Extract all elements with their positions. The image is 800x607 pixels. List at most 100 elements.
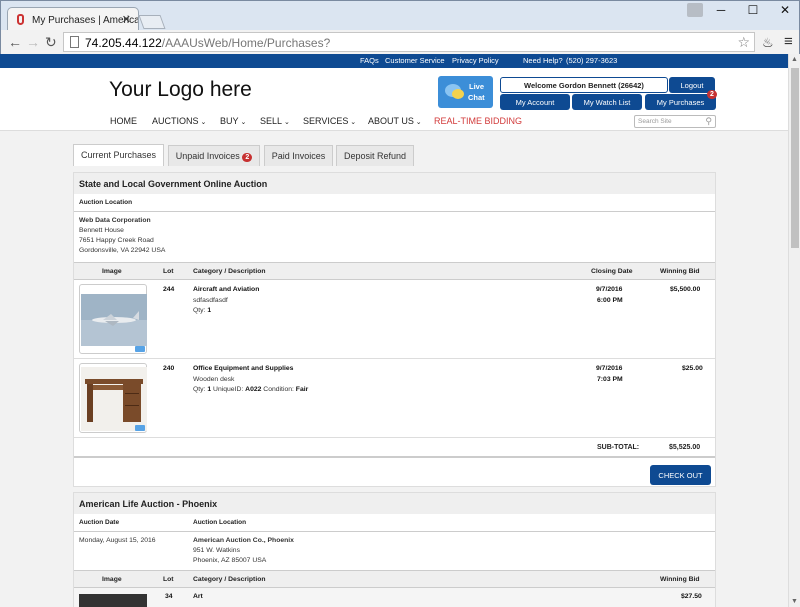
unique-id-value: A022 [245, 386, 262, 393]
maximize-icon[interactable]: ☐ [735, 3, 771, 17]
scroll-down-icon[interactable]: ▼ [791, 598, 798, 605]
extension-flame-icon[interactable]: ♨ [762, 35, 774, 51]
item-winning-bid: $27.50 [681, 593, 702, 600]
chevron-down-icon: ⌄ [348, 119, 357, 126]
subtotal-row: SUB-TOTAL: $5,525.00 [74, 438, 715, 458]
forward-icon[interactable]: → [26, 34, 40, 50]
item-image[interactable] [79, 594, 147, 607]
bookmark-star-icon[interactable]: ☆ [737, 34, 750, 51]
browser-tab[interactable]: My Purchases | American ✕ [7, 7, 139, 31]
close-window-icon[interactable]: ✕ [767, 3, 800, 17]
nav-about-label: ABOUT US [368, 116, 414, 126]
item-details: Qty: 1 UniqueID: A022 Condition: Fair [193, 386, 308, 393]
items-table-header: Image Lot Category / Description Closing… [74, 262, 715, 280]
menu-icon[interactable]: ≡ [784, 33, 793, 50]
tab-current-purchases[interactable]: Current Purchases [73, 144, 164, 166]
nav-sell-label: SELL [260, 116, 283, 126]
address-bar[interactable]: 74.205.44.122/AAAUsWeb/Home/Purchases? ☆ [63, 32, 755, 52]
new-tab-button[interactable] [138, 15, 166, 29]
tab-deposit-refund[interactable]: Deposit Refund [336, 145, 414, 166]
minimize-icon[interactable]: ─ [703, 3, 739, 17]
site-logo[interactable]: Your Logo here [109, 78, 252, 102]
nav-auctions-label: AUCTIONS [152, 116, 199, 126]
nav-realtime-bidding[interactable]: REAL-TIME BIDDING [434, 116, 522, 126]
close-tab-icon[interactable]: ✕ [122, 13, 131, 26]
col-closing-date: Closing Date [591, 268, 633, 275]
table-row: 244 Aircraft and Aviation sdfasdfasdf Qt… [74, 280, 715, 359]
checkout-button[interactable]: CHECK OUT [650, 465, 711, 485]
auction-location-label: Auction Location [193, 519, 247, 526]
tab-unpaid-label: Unpaid Invoices [175, 151, 240, 161]
faqs-link[interactable]: FAQs [360, 56, 379, 65]
item-closing-time: 6:00 PM [597, 297, 623, 304]
nav-about[interactable]: ABOUT US ⌄ [368, 116, 422, 126]
item-category[interactable]: Aircraft and Aviation [193, 286, 259, 293]
item-lot: 34 [165, 593, 173, 600]
item-winning-bid: $25.00 [682, 365, 703, 372]
item-category[interactable]: Office Equipment and Supplies [193, 365, 293, 372]
my-purchases-badge: 2 [707, 90, 717, 99]
tab-unpaid-invoices[interactable]: Unpaid Invoices 2 [168, 145, 260, 166]
items-table-header: Image Lot Category / Description Winning… [74, 570, 715, 588]
search-icon[interactable]: ⚲ [705, 116, 712, 127]
zoom-icon[interactable] [135, 346, 145, 352]
location-line3: Gordonsville, VA 22942 USA [79, 247, 166, 254]
search-input[interactable]: Search Site ⚲ [634, 115, 716, 128]
auction-date-label: Auction Date [79, 519, 120, 526]
welcome-user: Welcome Gordon Bennett (26642) [500, 77, 668, 93]
privacy-policy-link[interactable]: Privacy Policy [452, 56, 499, 65]
col-category: Category / Description [193, 268, 266, 275]
chevron-down-icon: ⌄ [413, 119, 422, 126]
vertical-scrollbar[interactable]: ▲ ▼ [788, 54, 800, 607]
location-line1: Bennett House [79, 227, 124, 234]
subtotal-value: $5,525.00 [669, 444, 701, 451]
condition-label: Condition: [263, 386, 294, 393]
col-winning-bid: Winning Bid [660, 576, 700, 583]
item-winning-bid: $5,500.00 [670, 286, 701, 293]
back-icon[interactable]: ← [8, 34, 22, 50]
item-image[interactable] [79, 284, 147, 354]
auction-title: American Life Auction - Phoenix [74, 493, 715, 514]
auction-panel-2: American Life Auction - Phoenix Auction … [73, 492, 716, 607]
live-chat-button[interactable]: Live Chat [438, 76, 493, 108]
nav-buy[interactable]: BUY ⌄ [220, 116, 246, 126]
need-help-label: Need Help? [523, 56, 563, 65]
nav-home[interactable]: HOME [110, 116, 137, 126]
my-purchases-button[interactable]: My Purchases [645, 94, 716, 110]
phone-number[interactable]: (520) 297-3623 [566, 56, 617, 65]
item-closing-date: 9/7/2016 [596, 286, 623, 293]
nav-auctions[interactable]: AUCTIONS ⌄ [152, 116, 206, 126]
auction-panel-1: State and Local Government Online Auctio… [73, 172, 716, 487]
my-account-button[interactable]: My Account [500, 94, 570, 110]
zoom-icon[interactable] [135, 425, 145, 431]
auction-info: Monday, August 15, 2016 American Auction… [74, 532, 715, 570]
col-image: Image [102, 268, 122, 275]
item-image[interactable] [79, 363, 147, 433]
unique-id-label: UniqueID: [213, 386, 244, 393]
user-profile-icon[interactable] [687, 3, 703, 17]
col-image: Image [102, 576, 122, 583]
desk-image [81, 367, 147, 431]
unpaid-badge: 2 [242, 153, 253, 162]
reload-icon[interactable]: ↻ [45, 34, 57, 51]
table-row: 34 Art $27.50 [74, 588, 715, 607]
tab-paid-invoices[interactable]: Paid Invoices [264, 145, 333, 166]
location-line2: 7651 Happy Creek Road [79, 237, 154, 244]
browser-toolbar: ← → ↻ 74.205.44.122/AAAUsWeb/Home/Purcha… [0, 30, 800, 54]
auction-location-label: Auction Location [79, 199, 133, 206]
col-category: Category / Description [193, 576, 266, 583]
item-lot: 244 [163, 286, 175, 293]
customer-service-link[interactable]: Customer Service [385, 56, 445, 65]
nav-sell[interactable]: SELL ⌄ [260, 116, 290, 126]
my-watch-list-button[interactable]: My Watch List [572, 94, 642, 110]
qty-value: 1 [207, 386, 212, 393]
nav-services[interactable]: SERVICES ⌄ [303, 116, 356, 126]
auction-location-header: Auction Location [74, 194, 715, 212]
location-name: American Auction Co., Phoenix [193, 537, 294, 544]
scrollbar-thumb[interactable] [791, 68, 799, 248]
scroll-up-icon[interactable]: ▲ [791, 56, 798, 63]
url-path: /AAAUsWeb/Home/Purchases? [161, 36, 331, 50]
item-category[interactable]: Art [193, 593, 203, 600]
url-host: 74.205.44.122 [85, 36, 162, 50]
page-icon [70, 36, 79, 48]
